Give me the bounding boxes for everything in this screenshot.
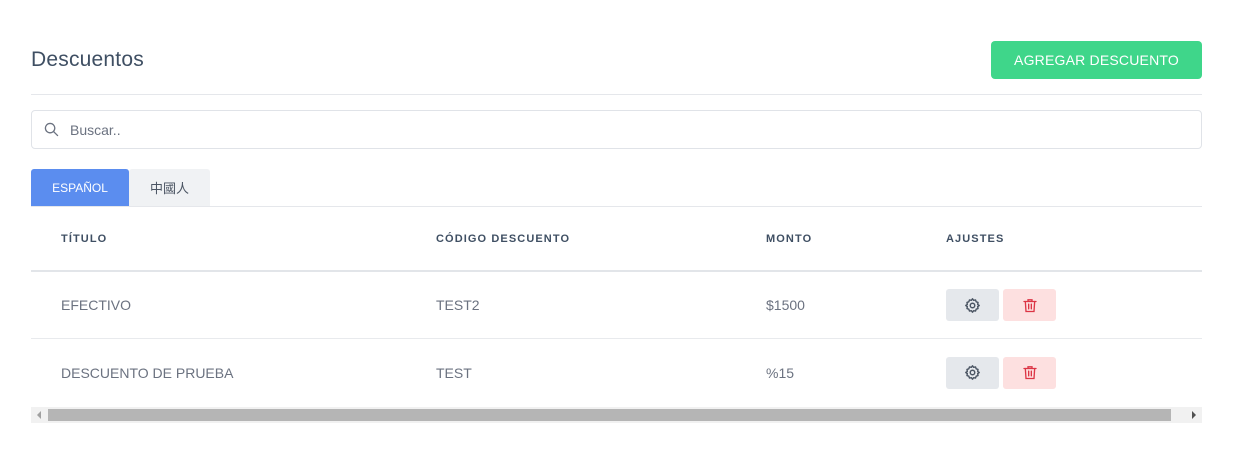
cell-title: DESCUENTO DE PRUEBA bbox=[61, 364, 234, 381]
scrollbar-thumb[interactable] bbox=[48, 409, 1171, 421]
search-bar bbox=[31, 110, 1202, 149]
tab-espanol[interactable]: ESPAÑOL bbox=[31, 169, 129, 206]
settings-button[interactable] bbox=[946, 289, 999, 321]
cell-code: TEST bbox=[436, 364, 472, 381]
page-title: Descuentos bbox=[31, 48, 144, 71]
delete-button[interactable] bbox=[1003, 356, 1056, 389]
column-header-title: TÍTULO bbox=[61, 232, 108, 245]
scroll-right-arrow-icon[interactable] bbox=[1186, 407, 1202, 423]
scroll-left-arrow-icon[interactable] bbox=[31, 407, 47, 423]
gear-icon bbox=[964, 297, 981, 314]
trash-icon bbox=[1022, 364, 1038, 381]
trash-icon bbox=[1022, 297, 1038, 314]
row-actions bbox=[946, 289, 1056, 321]
discounts-table: TÍTULO CÓDIGO DESCUENTO MONTO AJUSTES EF… bbox=[31, 207, 1202, 406]
column-header-amount: MONTO bbox=[766, 232, 813, 245]
column-header-code: CÓDIGO DESCUENTO bbox=[436, 232, 571, 245]
cell-code: TEST2 bbox=[436, 297, 480, 313]
add-discount-button[interactable]: AGREGAR DESCUENTO bbox=[991, 41, 1202, 79]
row-actions bbox=[946, 356, 1056, 389]
header-divider bbox=[31, 94, 1202, 95]
settings-button[interactable] bbox=[946, 356, 999, 389]
delete-button[interactable] bbox=[1003, 289, 1056, 321]
discounts-page: Descuentos AGREGAR DESCUENTO ESPAÑOL 中國人… bbox=[0, 0, 1242, 452]
search-icon bbox=[44, 122, 60, 138]
gear-icon bbox=[964, 364, 981, 381]
table-row: EFECTIVO TEST2 $1500 bbox=[31, 272, 1202, 339]
cell-amount: $1500 bbox=[766, 297, 805, 313]
table-row: DESCUENTO DE PRUEBA TEST %15 bbox=[31, 339, 1202, 406]
search-input[interactable] bbox=[70, 121, 1201, 138]
horizontal-scrollbar[interactable] bbox=[31, 407, 1202, 423]
cell-title: EFECTIVO bbox=[61, 297, 132, 313]
language-tabs: ESPAÑOL 中國人 bbox=[31, 169, 210, 206]
cell-amount: %15 bbox=[766, 364, 795, 381]
column-header-settings: AJUSTES bbox=[946, 232, 1005, 245]
table-header: TÍTULO CÓDIGO DESCUENTO MONTO AJUSTES bbox=[31, 207, 1202, 272]
page-header: Descuentos AGREGAR DESCUENTO bbox=[31, 40, 1202, 80]
tab-chinese[interactable]: 中國人 bbox=[129, 169, 210, 206]
